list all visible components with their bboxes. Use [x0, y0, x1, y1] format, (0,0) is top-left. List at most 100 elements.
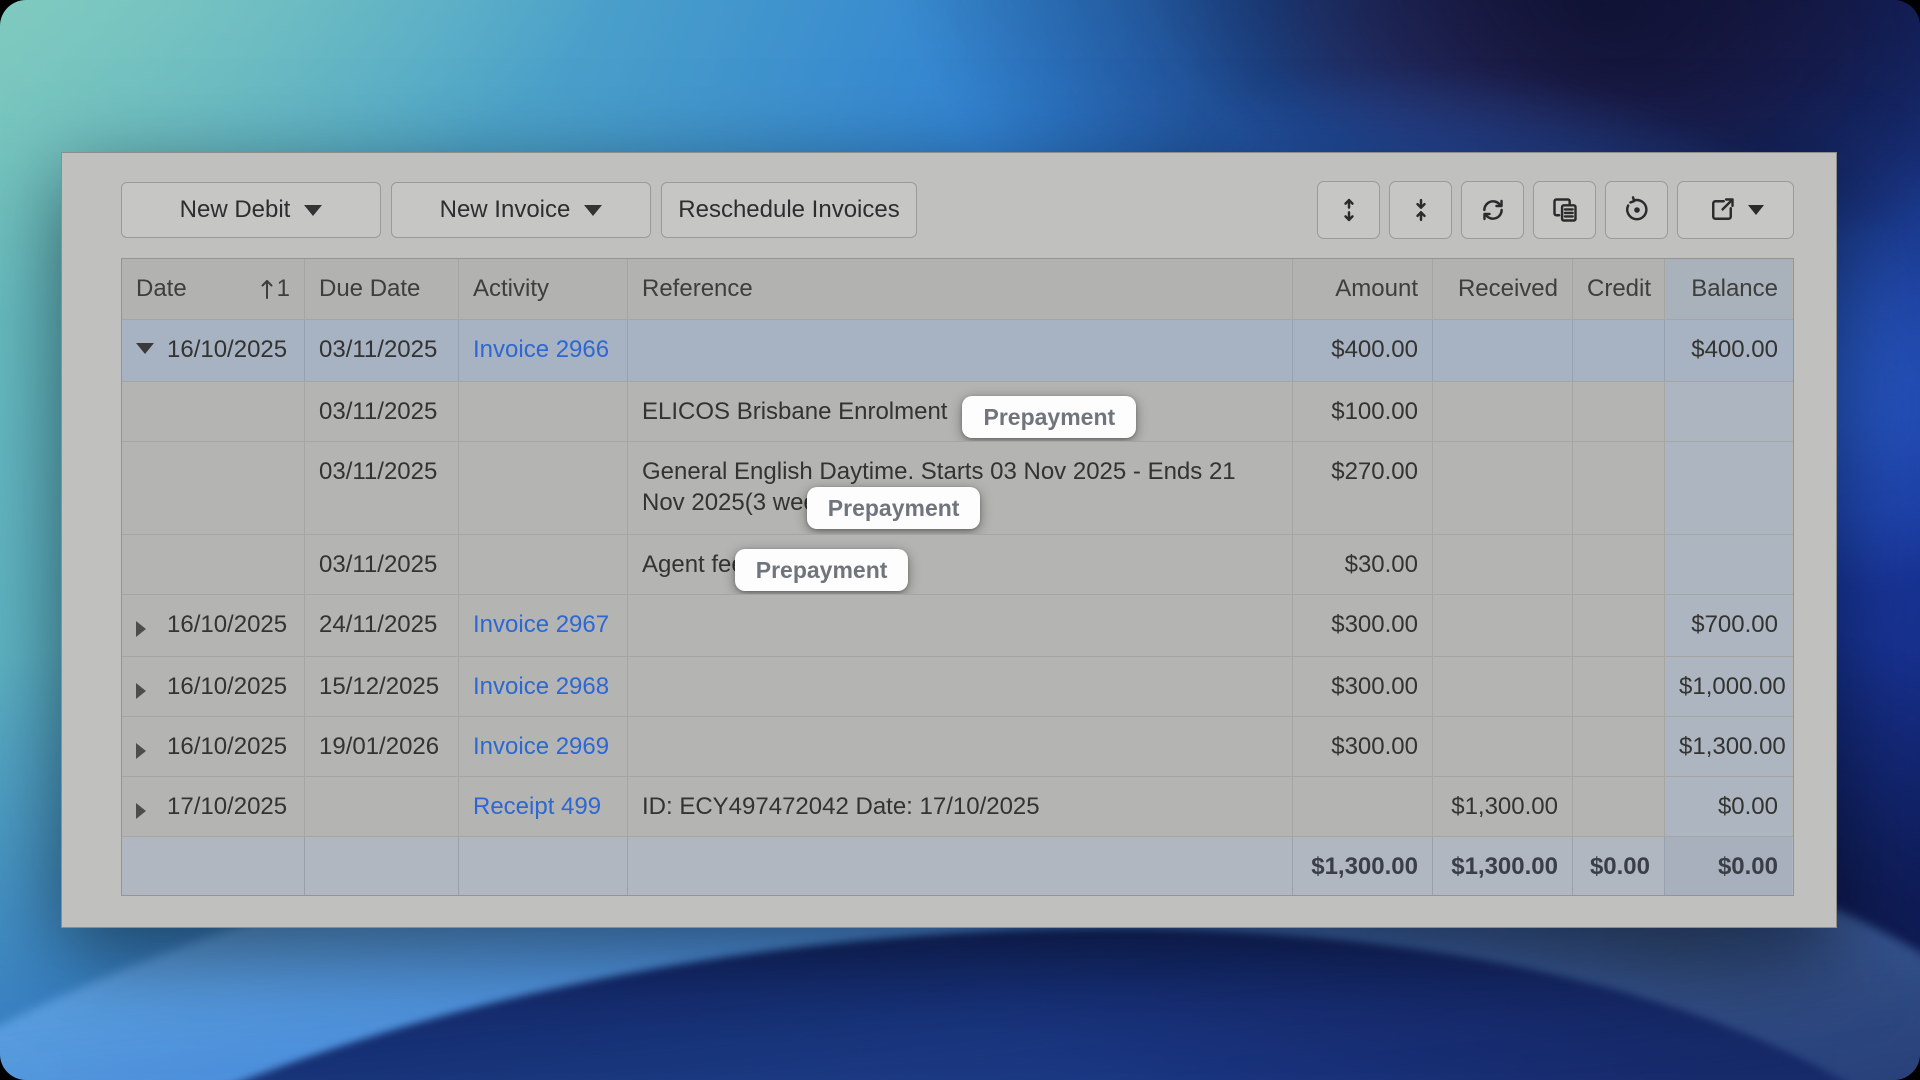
collapse-all-button[interactable]	[1389, 181, 1452, 239]
cell-credit	[1573, 382, 1665, 441]
toolbar-icon-group	[1317, 181, 1794, 239]
copy-icon	[1551, 196, 1579, 224]
cell-balance	[1665, 442, 1792, 534]
history-icon	[1623, 196, 1651, 224]
table-row-invoice-2969[interactable]: 16/10/2025 19/01/2026 Invoice 2969 $300.…	[122, 717, 1793, 777]
cell-received	[1433, 535, 1573, 594]
cell-date	[122, 442, 305, 534]
expand-row-icon[interactable]	[136, 680, 154, 716]
column-header-due-date[interactable]: Due Date	[305, 259, 459, 319]
cell-activity	[459, 442, 628, 534]
table-row-invoice-2966[interactable]: 16/10/2025 03/11/2025 Invoice 2966 $400.…	[122, 320, 1793, 382]
refresh-icon	[1479, 196, 1507, 224]
column-label: Reference	[642, 275, 753, 302]
reschedule-invoices-label: Reschedule Invoices	[678, 196, 899, 224]
column-header-credit[interactable]: Credit	[1573, 259, 1665, 319]
cell-activity	[459, 382, 628, 441]
cell-date	[122, 382, 305, 441]
column-label: Balance	[1691, 275, 1778, 302]
column-header-received[interactable]: Received	[1433, 259, 1573, 319]
copy-button[interactable]	[1533, 181, 1596, 239]
cell-credit	[1573, 717, 1665, 776]
history-button[interactable]	[1605, 181, 1668, 239]
cell-amount: $270.00	[1293, 442, 1433, 534]
cell-due-date: 03/11/2025	[305, 382, 459, 441]
date-value: 16/10/2025	[167, 334, 287, 381]
prepayment-badge: Prepayment	[807, 487, 981, 529]
table-footer-row: $1,300.00 $1,300.00 $0.00 $0.00	[122, 837, 1793, 895]
table-row-receipt-499[interactable]: 17/10/2025 Receipt 499 ID: ECY497472042 …	[122, 777, 1793, 837]
cell-reference	[628, 717, 1293, 776]
table-row-line-elicos[interactable]: 03/11/2025 ELICOS Brisbane EnrolmentPrep…	[122, 382, 1793, 442]
new-debit-button[interactable]: New Debit	[121, 182, 381, 238]
column-label: Amount	[1335, 275, 1418, 302]
export-button[interactable]	[1677, 181, 1794, 239]
column-header-amount[interactable]: Amount	[1293, 259, 1433, 319]
cell-reference: ID: ECY497472042 Date: 17/10/2025	[628, 777, 1293, 836]
table-row-line-general-english[interactable]: 03/11/2025 General English Daytime. Star…	[122, 442, 1793, 535]
column-header-date[interactable]: Date 1	[122, 259, 305, 319]
invoice-link[interactable]: Invoice 2968	[473, 673, 609, 700]
cell-activity: Invoice 2969	[459, 717, 628, 776]
cell-balance	[1665, 535, 1792, 594]
column-header-activity[interactable]: Activity	[459, 259, 628, 319]
expand-row-icon[interactable]	[136, 740, 154, 776]
table-header-row: Date 1 Due Date Activity Reference Amoun…	[122, 259, 1793, 320]
table-row-invoice-2967[interactable]: 16/10/2025 24/11/2025 Invoice 2967 $300.…	[122, 595, 1793, 657]
cell-activity: Invoice 2966	[459, 320, 628, 381]
receipt-link[interactable]: Receipt 499	[473, 793, 601, 820]
column-label: Credit	[1587, 275, 1651, 302]
invoice-link[interactable]: Invoice 2967	[473, 611, 609, 638]
cell-activity: Invoice 2968	[459, 657, 628, 716]
new-debit-label: New Debit	[180, 196, 291, 224]
footer-cell-reference	[628, 837, 1293, 895]
cell-date: 16/10/2025	[122, 717, 305, 776]
cell-received	[1433, 320, 1573, 381]
table-row-invoice-2968[interactable]: 16/10/2025 15/12/2025 Invoice 2968 $300.…	[122, 657, 1793, 717]
cell-reference	[628, 657, 1293, 716]
column-label: Date	[136, 273, 187, 304]
expand-all-button[interactable]	[1317, 181, 1380, 239]
invoice-link[interactable]: Invoice 2969	[473, 733, 609, 760]
cell-credit	[1573, 535, 1665, 594]
refresh-button[interactable]	[1461, 181, 1524, 239]
column-header-balance[interactable]: Balance	[1665, 259, 1792, 319]
cell-balance: $400.00	[1665, 320, 1792, 381]
cell-balance: $700.00	[1665, 595, 1792, 656]
transactions-table: Date 1 Due Date Activity Reference Amoun…	[121, 258, 1794, 896]
cell-activity: Receipt 499	[459, 777, 628, 836]
table-row-line-agent-fee[interactable]: 03/11/2025 Agent feePrepayment $30.00	[122, 535, 1793, 595]
export-icon	[1708, 196, 1736, 224]
cell-amount	[1293, 777, 1433, 836]
cell-date: 16/10/2025	[122, 595, 305, 656]
cell-reference	[628, 595, 1293, 656]
expand-row-icon[interactable]	[136, 800, 154, 836]
cell-received	[1433, 382, 1573, 441]
cell-reference: ELICOS Brisbane EnrolmentPrepayment	[628, 382, 1293, 441]
invoice-link[interactable]: Invoice 2966	[473, 336, 609, 363]
footer-total-balance: $0.00	[1665, 837, 1792, 895]
chevron-down-icon	[304, 205, 322, 216]
cell-reference: Agent feePrepayment	[628, 535, 1293, 594]
invoices-panel: New Debit New Invoice Reschedule Invoice…	[61, 152, 1837, 928]
cell-received	[1433, 717, 1573, 776]
collapse-rows-icon	[1407, 196, 1435, 224]
cell-received	[1433, 442, 1573, 534]
cell-credit	[1573, 777, 1665, 836]
new-invoice-button[interactable]: New Invoice	[391, 182, 651, 238]
footer-cell-due-date	[305, 837, 459, 895]
collapse-row-icon[interactable]	[136, 343, 154, 381]
cell-due-date: 15/12/2025	[305, 657, 459, 716]
prepayment-badge: Prepayment	[962, 396, 1136, 438]
cell-amount: $300.00	[1293, 595, 1433, 656]
column-header-reference[interactable]: Reference	[628, 259, 1293, 319]
footer-cell-date	[122, 837, 305, 895]
expand-row-icon[interactable]	[136, 618, 154, 656]
cell-credit	[1573, 320, 1665, 381]
cell-reference: General English Daytime. Starts 03 Nov 2…	[628, 442, 1293, 534]
chevron-down-icon	[584, 205, 602, 216]
reschedule-invoices-button[interactable]: Reschedule Invoices	[661, 182, 917, 238]
cell-balance: $1,000.00	[1665, 657, 1792, 716]
cell-amount: $30.00	[1293, 535, 1433, 594]
cell-date: 17/10/2025	[122, 777, 305, 836]
